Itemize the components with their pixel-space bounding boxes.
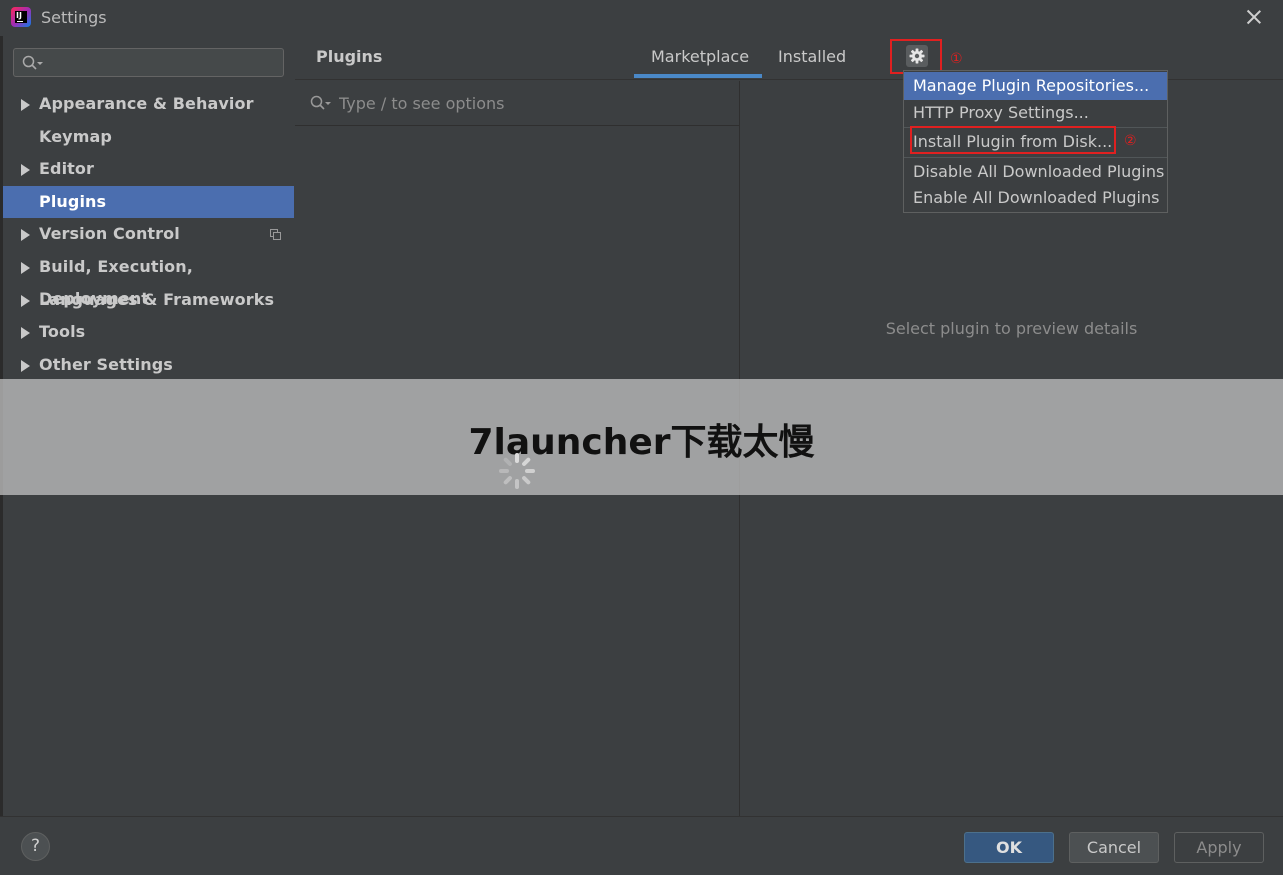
page-title: Plugins: [316, 47, 383, 66]
ok-button[interactable]: OK: [964, 832, 1054, 863]
sidebar-item-languages-frameworks[interactable]: Languages & Frameworks: [3, 284, 294, 317]
apply-button[interactable]: Apply: [1174, 832, 1264, 863]
menu-item-http-proxy[interactable]: HTTP Proxy Settings...: [904, 99, 1167, 127]
dialog-footer: ? OK Cancel Apply: [0, 816, 1283, 875]
expand-arrow-icon[interactable]: [21, 359, 30, 372]
title-bar: IJ Settings: [0, 0, 1283, 36]
menu-item-manage-repositories[interactable]: Manage Plugin Repositories...: [904, 72, 1167, 100]
expand-arrow-icon[interactable]: [21, 261, 30, 274]
window-title: Settings: [41, 8, 107, 27]
settings-tree: Appearance & Behavior Keymap Editor Plug…: [3, 88, 294, 381]
cancel-button[interactable]: Cancel: [1069, 832, 1159, 863]
intellij-logo-icon: IJ: [11, 7, 31, 27]
search-icon: [22, 55, 43, 70]
plugin-search[interactable]: [295, 81, 739, 126]
help-button[interactable]: ?: [21, 832, 50, 861]
banner-title: 7launcher下载太慢: [468, 422, 815, 463]
tab-installed[interactable]: Installed: [778, 47, 846, 66]
sidebar-item-label: Editor: [39, 159, 94, 179]
sidebar-item-label: Appearance & Behavior: [39, 94, 254, 113]
sidebar-item-keymap[interactable]: Keymap: [3, 121, 294, 154]
expand-arrow-icon[interactable]: [21, 229, 30, 242]
menu-item-enable-all[interactable]: Enable All Downloaded Plugins: [904, 184, 1167, 212]
gear-icon: [909, 48, 925, 64]
sidebar-item-label: Version Control: [39, 224, 180, 244]
sidebar-item-label: Plugins: [39, 191, 107, 211]
sidebar-item-label: Keymap: [39, 126, 112, 146]
sidebar-item-label: Tools: [39, 322, 86, 342]
annotation-number-2: ②: [1124, 133, 1137, 149]
annotation-number-1: ①: [950, 51, 963, 67]
sidebar-item-tools[interactable]: Tools: [3, 316, 294, 349]
expand-arrow-icon[interactable]: [21, 99, 30, 111]
sidebar-item-label: Languages & Frameworks: [39, 289, 275, 309]
annotation-highlight-box-1: [890, 39, 942, 74]
sidebar-search[interactable]: [13, 48, 284, 77]
sidebar-search-input[interactable]: [46, 52, 276, 74]
sidebar-item-editor[interactable]: Editor: [3, 153, 294, 186]
expand-arrow-icon[interactable]: [21, 327, 30, 340]
sidebar-item-plugins[interactable]: Plugins: [3, 185, 294, 219]
sidebar-item-label: Other Settings: [39, 354, 173, 374]
project-settings-icon: [270, 229, 282, 241]
menu-item-disable-all[interactable]: Disable All Downloaded Plugins: [904, 158, 1167, 186]
expand-arrow-icon[interactable]: [21, 294, 30, 307]
plugin-search-input[interactable]: [339, 90, 719, 116]
tab-marketplace[interactable]: Marketplace: [651, 47, 749, 66]
annotation-highlight-box-2: [910, 126, 1116, 154]
sidebar-item-appearance-behavior[interactable]: Appearance & Behavior: [3, 88, 294, 121]
active-tab-indicator: [634, 74, 762, 78]
close-icon[interactable]: [1243, 6, 1265, 28]
sidebar-item-other-settings[interactable]: Other Settings: [3, 349, 294, 382]
sidebar-item-version-control[interactable]: Version Control: [3, 218, 294, 251]
expand-arrow-icon[interactable]: [21, 164, 30, 177]
plugin-settings-button[interactable]: [906, 45, 928, 67]
loading-spinner-icon: [499, 453, 535, 489]
overlay-banner: 7launcher下载太慢: [0, 379, 1283, 495]
sidebar-item-build-execution-deployment[interactable]: Build, Execution, Deployment: [3, 251, 294, 308]
search-icon: [310, 95, 331, 110]
details-placeholder: Select plugin to preview details: [885, 319, 1138, 338]
